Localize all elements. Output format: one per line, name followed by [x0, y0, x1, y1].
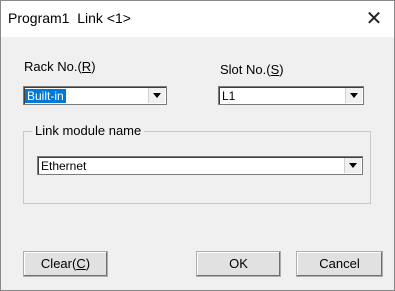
rack-no-value: Built-in — [25, 89, 66, 103]
link-module-dropdown[interactable]: Ethernet — [37, 156, 363, 175]
title-bar: Program1 Link <1> ✕ — [1, 1, 394, 37]
window-title: Program1 Link <1> — [8, 10, 131, 26]
close-icon[interactable]: ✕ — [360, 5, 388, 33]
rack-no-label: Rack No.(R) — [24, 59, 96, 74]
chevron-down-icon[interactable] — [344, 158, 361, 173]
link-dialog: Program1 Link <1> ✕ Rack No.(R) Built-in… — [0, 0, 395, 291]
chevron-down-icon[interactable] — [345, 88, 362, 103]
link-module-value: Ethernet — [41, 159, 87, 173]
clear-button[interactable]: Clear(C) — [23, 251, 108, 277]
slot-no-dropdown[interactable]: L1 — [218, 86, 364, 105]
link-module-group-label: Link module name — [32, 123, 145, 138]
slot-no-label: Slot No.(S) — [220, 62, 284, 77]
chevron-down-icon[interactable] — [148, 88, 165, 103]
cancel-button[interactable]: Cancel — [296, 251, 383, 277]
slot-no-value: L1 — [222, 89, 236, 103]
rack-no-dropdown[interactable]: Built-in — [23, 86, 167, 105]
ok-button[interactable]: OK — [196, 251, 281, 277]
